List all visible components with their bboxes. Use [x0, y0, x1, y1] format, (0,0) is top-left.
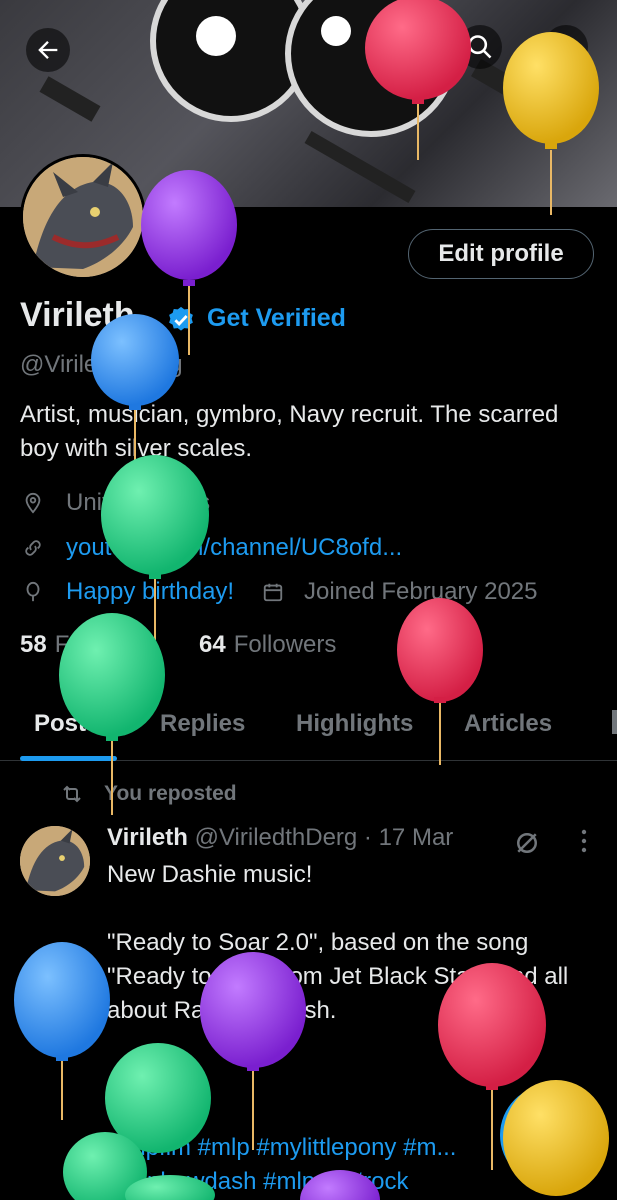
- balloon-green-lower: [59, 613, 165, 815]
- balloon-purple-bottom: [300, 1170, 380, 1200]
- balloon-red-top: [365, 0, 471, 160]
- balloon-yellow-bottom: [503, 1080, 609, 1196]
- balloon-yellow-top: [503, 32, 599, 215]
- birthday-balloons-overlay: [14, 0, 609, 1200]
- balloon-red-mid: [397, 598, 483, 765]
- balloon-purple-lower: [200, 952, 306, 1150]
- balloon-green-bottom: [63, 1043, 215, 1200]
- balloon-blue-lower: [14, 942, 110, 1120]
- balloon-green-mid: [101, 455, 209, 640]
- balloon-blue-upper: [91, 314, 179, 470]
